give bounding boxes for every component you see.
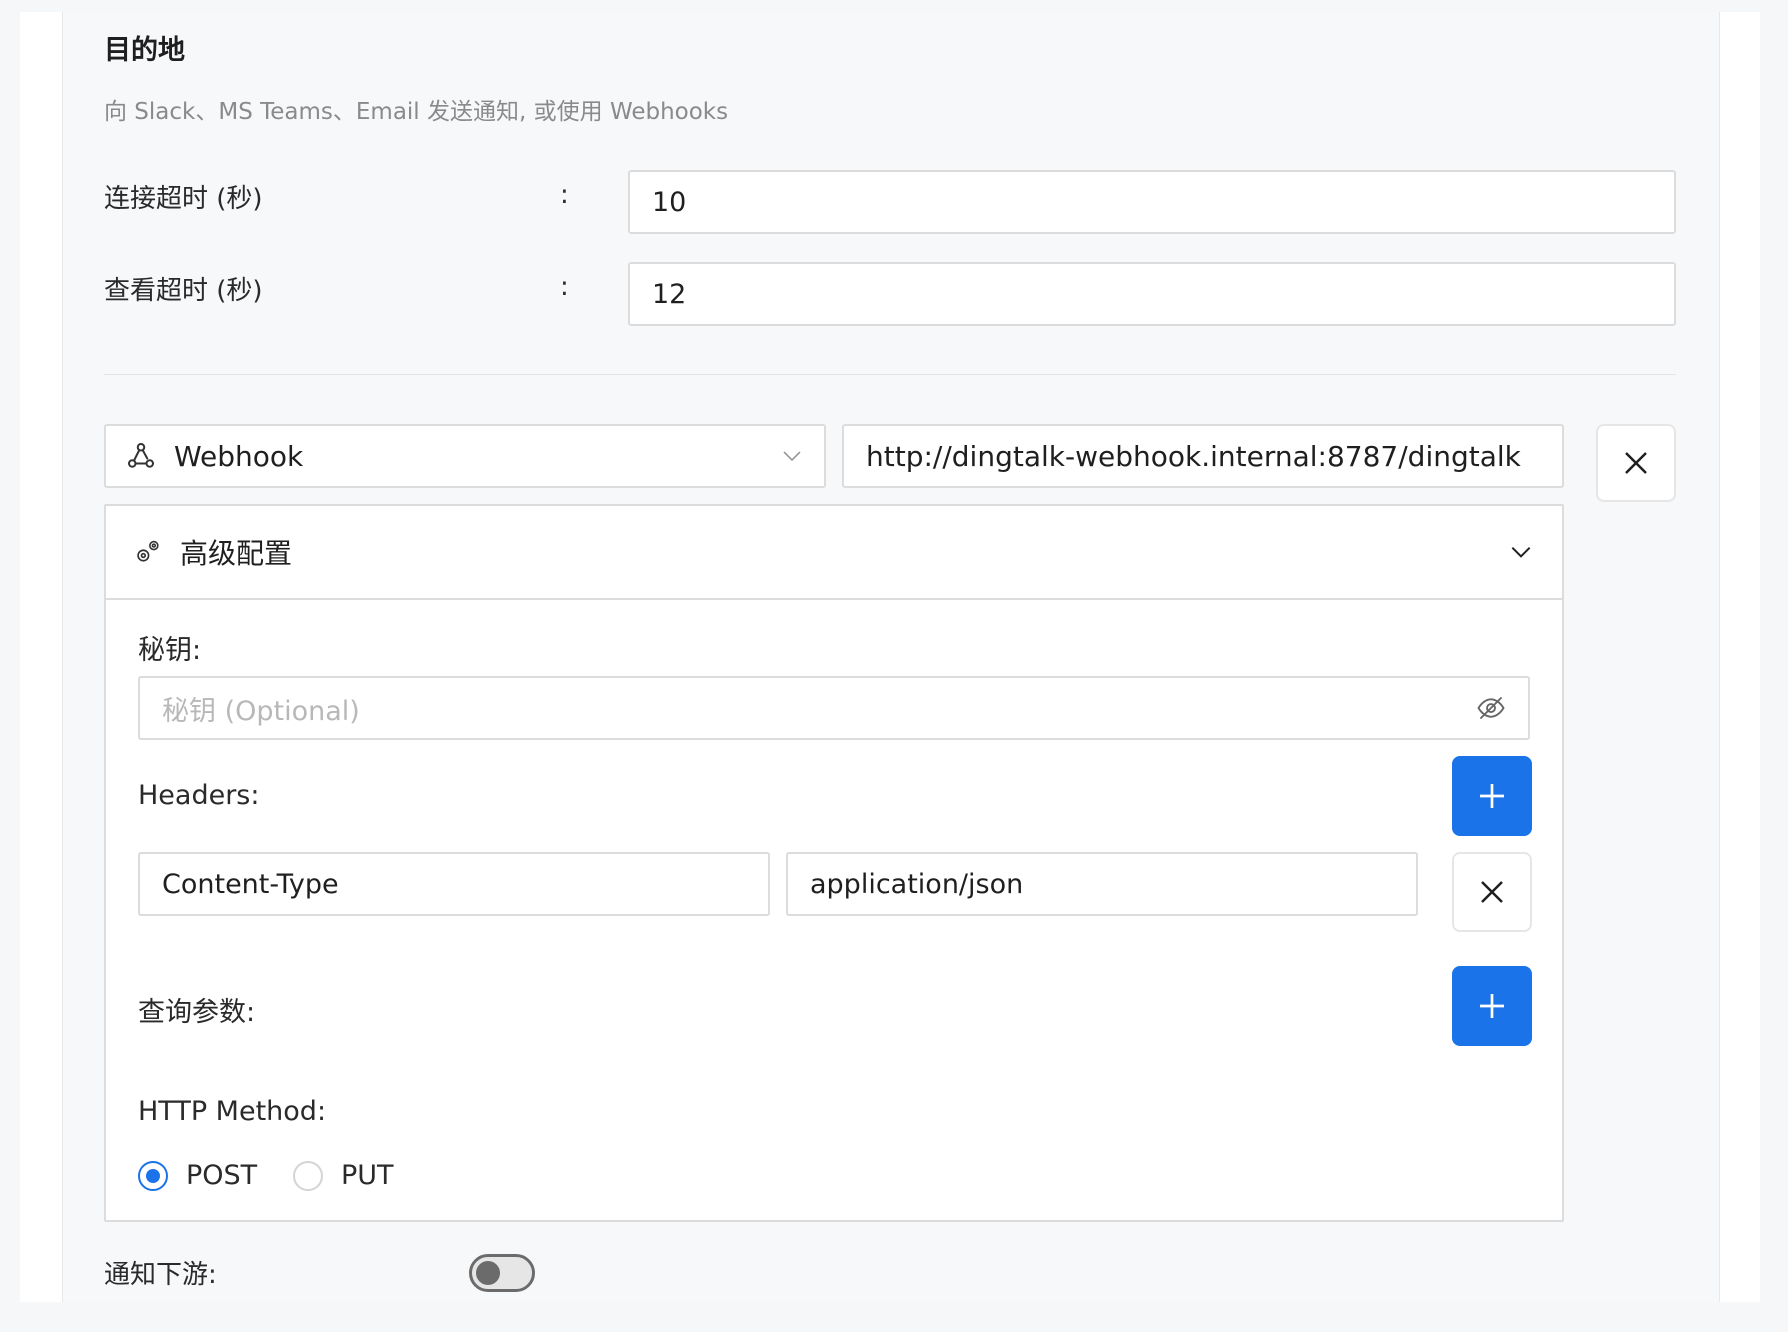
header-key-value: Content-Type — [162, 868, 339, 900]
advanced-config-title: 高级配置 — [180, 537, 293, 570]
chevron-down-icon — [780, 444, 804, 468]
section-subtitle: 向 Slack、MS Teams、Email 发送通知, 或使用 Webhook… — [104, 99, 729, 125]
section-title: 目的地 — [104, 35, 185, 66]
secret-input[interactable]: 秘钥 (Optional) — [138, 676, 1530, 740]
eye-off-icon[interactable] — [1476, 693, 1506, 723]
connect-timeout-colon: : — [560, 180, 569, 210]
remove-header-button[interactable] — [1452, 852, 1532, 932]
gears-icon — [134, 538, 162, 566]
secret-placeholder: 秘钥 (Optional) — [162, 695, 360, 727]
plus-icon — [1476, 990, 1508, 1022]
http-method-put-label[interactable]: PUT — [341, 1160, 394, 1191]
destination-type-select[interactable]: Webhook — [104, 424, 826, 488]
header-value-value: application/json — [810, 868, 1024, 900]
add-query-param-button[interactable] — [1452, 966, 1532, 1046]
header-value-input[interactable]: application/json — [786, 852, 1418, 916]
http-method-post-radio[interactable] — [138, 1161, 168, 1191]
query-params-label: 查询参数: — [138, 997, 256, 1028]
toggle-knob — [476, 1261, 500, 1285]
close-icon — [1621, 448, 1651, 478]
http-method-label: HTTP Method: — [138, 1096, 327, 1127]
read-timeout-label: 查看超时 (秒) — [104, 276, 263, 306]
destination-type-label: Webhook — [174, 439, 304, 473]
webhook-icon — [126, 441, 156, 471]
add-header-button[interactable] — [1452, 756, 1532, 836]
notify-downstream-toggle[interactable] — [469, 1254, 535, 1292]
http-method-post-label[interactable]: POST — [186, 1160, 257, 1191]
read-timeout-input[interactable]: 12 — [628, 262, 1676, 326]
connect-timeout-value: 10 — [652, 186, 687, 218]
headers-label: Headers: — [138, 780, 260, 811]
header-key-input[interactable]: Content-Type — [138, 852, 770, 916]
section-divider — [104, 374, 1676, 375]
chevron-down-icon — [1508, 539, 1534, 565]
webhook-url-value: http://dingtalk-webhook.internal:8787/di… — [866, 439, 1521, 473]
close-icon — [1477, 877, 1507, 907]
secret-label: 秘钥: — [138, 635, 202, 666]
connect-timeout-label: 连接超时 (秒) — [104, 184, 263, 214]
remove-destination-button[interactable] — [1596, 424, 1676, 502]
read-timeout-value: 12 — [652, 278, 687, 310]
notify-downstream-label: 通知下游: — [104, 1260, 217, 1290]
read-timeout-colon: : — [560, 272, 569, 302]
webhook-url-input[interactable]: http://dingtalk-webhook.internal:8787/di… — [842, 424, 1564, 488]
http-method-put-radio[interactable] — [293, 1161, 323, 1191]
connect-timeout-input[interactable]: 10 — [628, 170, 1676, 234]
plus-icon — [1476, 780, 1508, 812]
advanced-config-header[interactable]: 高级配置 — [106, 506, 1562, 600]
